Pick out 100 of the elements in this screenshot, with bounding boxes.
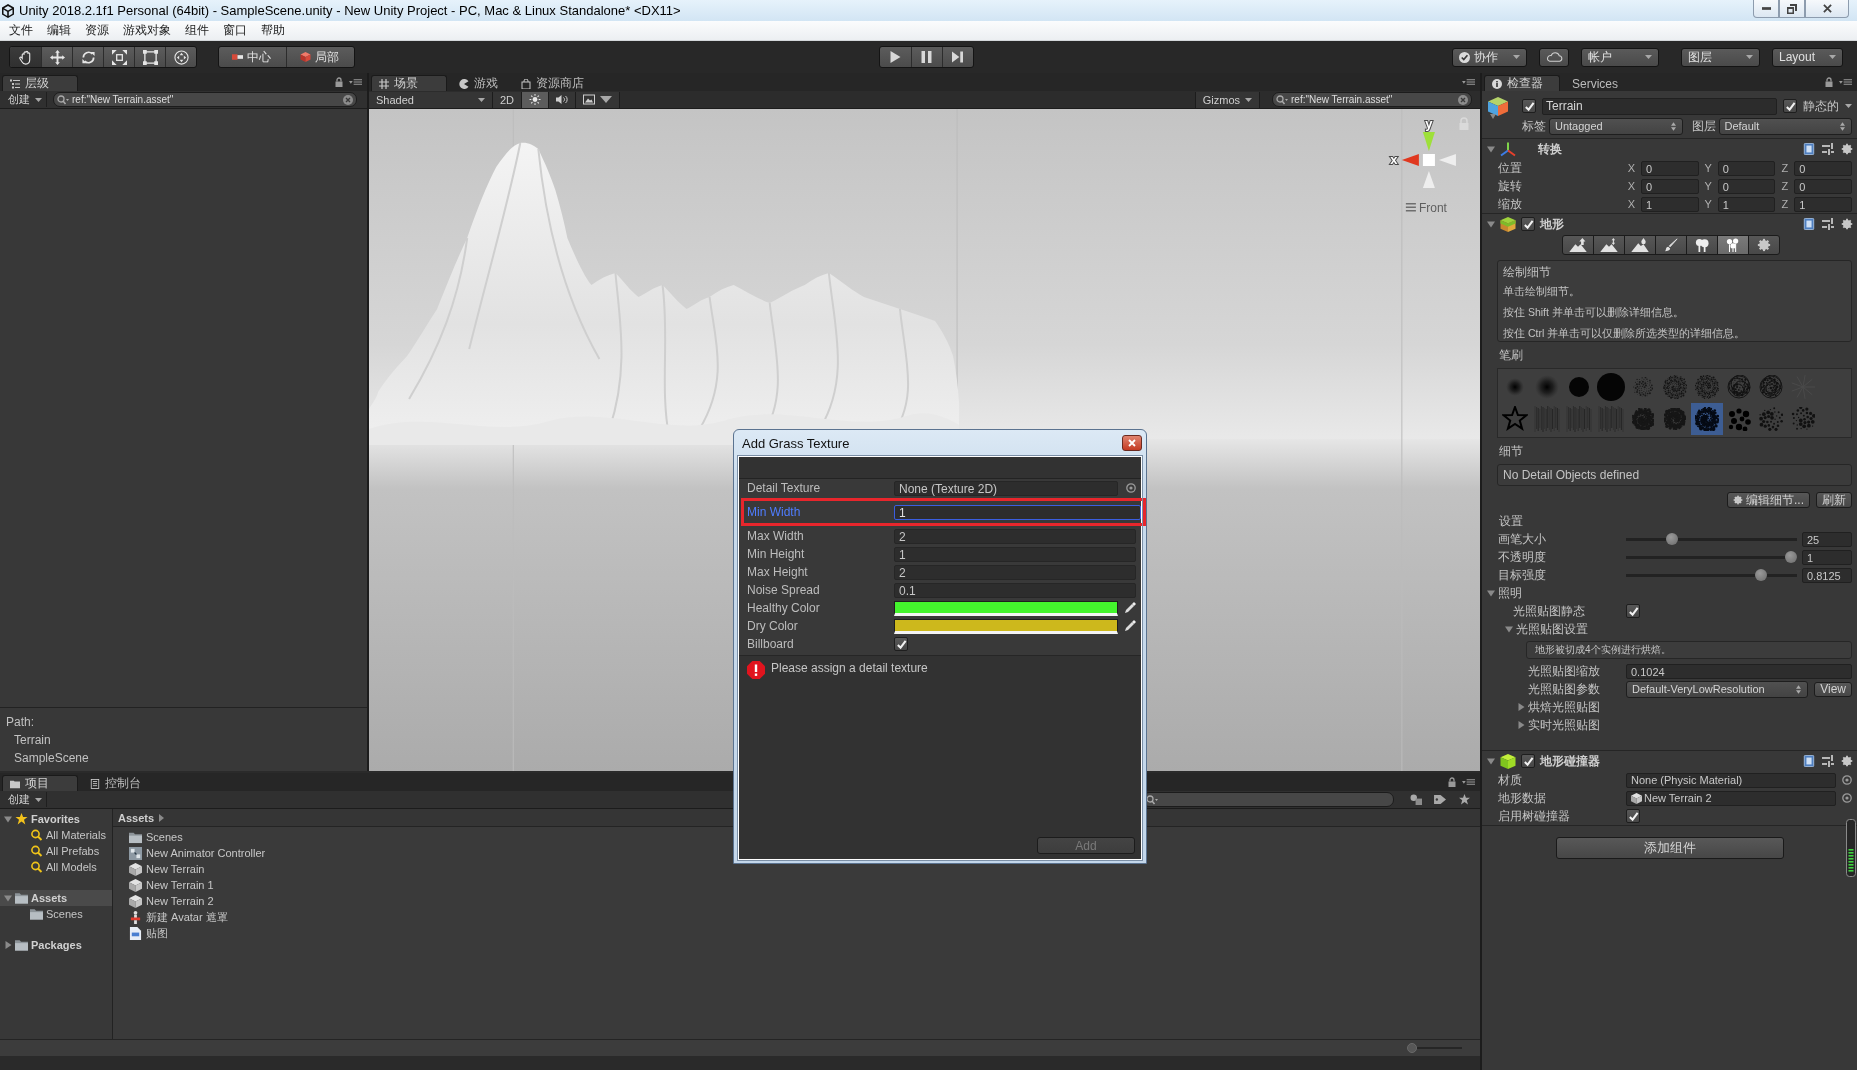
panel-menu-icon[interactable] — [349, 78, 362, 86]
asset-item[interactable]: 贴图 — [113, 925, 174, 941]
layout-dropdown[interactable]: Layout — [1772, 47, 1843, 67]
panel-tab[interactable]: 检查器 — [1484, 75, 1560, 91]
book-icon[interactable] — [1803, 143, 1815, 155]
sliders-icon[interactable] — [1822, 755, 1834, 767]
lighting-toggle[interactable] — [522, 91, 550, 108]
add-component-button[interactable]: 添加组件 — [1555, 837, 1784, 859]
restore-button[interactable] — [1779, 0, 1805, 18]
foldout-triangle-icon[interactable] — [1487, 220, 1495, 228]
name-field[interactable]: Terrain — [1542, 97, 1777, 115]
tree-item[interactable]: All Prefabs — [0, 843, 112, 859]
number-field[interactable]: 0 — [1794, 160, 1852, 176]
gear-icon[interactable] — [1841, 218, 1853, 230]
panel-menu-icon[interactable] — [1839, 78, 1852, 86]
shapes-icon[interactable] — [1410, 794, 1423, 805]
number-field[interactable]: 2 — [894, 564, 1136, 580]
view-label[interactable]: Front — [1418, 201, 1447, 215]
close-button[interactable] — [1805, 0, 1849, 18]
layer-dropdown[interactable]: Default — [1718, 117, 1852, 135]
brush-option[interactable] — [1691, 403, 1723, 435]
panel-menu-icon[interactable] — [1462, 78, 1475, 86]
object-field[interactable]: New Terrain 2 — [1626, 790, 1836, 806]
gear-icon[interactable] — [1733, 495, 1743, 505]
toggle-button[interactable]: 局部 — [286, 47, 354, 67]
menu-item[interactable]: 文件 — [2, 22, 40, 39]
panel-tab[interactable]: 场景 — [371, 75, 447, 91]
asset-item[interactable]: New Animator Controller — [113, 845, 272, 861]
foldout-triangle-icon[interactable] — [1487, 589, 1495, 597]
panel-tab[interactable]: 项目 — [2, 775, 78, 791]
number-field[interactable]: 0 — [1641, 160, 1699, 176]
eyedropper-icon[interactable] — [1124, 620, 1136, 632]
foldout-triangle-icon[interactable] — [1517, 703, 1525, 711]
layers-dropdown[interactable]: 图层 — [1681, 47, 1760, 67]
tree-item[interactable]: Assets — [0, 890, 112, 906]
lock-icon[interactable] — [335, 77, 343, 87]
cloud-button[interactable] — [1539, 47, 1569, 67]
slider-thumb[interactable] — [1755, 569, 1768, 581]
shading-dropdown[interactable]: Shaded — [369, 91, 493, 108]
foldout-triangle-icon[interactable] — [1505, 625, 1513, 633]
refresh-button[interactable]: 刷新 — [1816, 492, 1852, 508]
collab-dropdown[interactable]: 协作 — [1452, 47, 1527, 67]
panel-tab[interactable]: 层级 — [2, 75, 78, 91]
sliders-icon[interactable] — [1822, 218, 1834, 230]
gear-icon[interactable] — [1841, 143, 1853, 155]
asset-item[interactable]: Scenes — [113, 829, 189, 845]
panel-tab[interactable]: Services — [1564, 75, 1629, 91]
eyedropper-icon[interactable] — [1124, 602, 1136, 614]
search-field[interactable]: ref:"New Terrain.asset" — [53, 92, 357, 107]
number-field[interactable]: 0.1 — [894, 582, 1136, 598]
checkbox[interactable] — [1521, 754, 1535, 768]
gizmos-dropdown[interactable]: Gizmos — [1194, 91, 1260, 108]
terrain-tool-button[interactable] — [1562, 235, 1594, 255]
panel-tab[interactable]: 游戏 — [451, 75, 509, 91]
book-icon[interactable] — [1803, 218, 1815, 230]
terrain-tool-button[interactable] — [1655, 235, 1687, 255]
tag-icon[interactable] — [1434, 794, 1447, 805]
foldout-label[interactable]: 烘焙光照贴图 — [1528, 698, 1600, 716]
checkbox[interactable] — [1522, 99, 1536, 113]
gear-icon[interactable] — [1841, 755, 1853, 767]
2d-toggle[interactable]: 2D — [493, 91, 523, 108]
clear-icon[interactable] — [1458, 94, 1468, 105]
number-field[interactable]: 0.8125 — [1802, 567, 1852, 583]
clear-icon[interactable] — [343, 94, 353, 105]
number-field[interactable]: 0 — [1794, 178, 1852, 194]
toggle-button[interactable]: 中心 — [219, 47, 286, 67]
asset-item[interactable]: 新建 Avatar 遮罩 — [113, 909, 234, 925]
foldout-triangle-icon[interactable] — [1487, 757, 1495, 765]
checkbox[interactable] — [1783, 99, 1797, 113]
slider-thumb[interactable] — [1785, 551, 1797, 563]
tree-item[interactable]: Scenes — [0, 906, 112, 922]
object-field[interactable]: None (Physic Material) — [1626, 772, 1836, 788]
terrain-tool-button[interactable] — [1748, 235, 1780, 255]
panel-tab[interactable]: 控制台 — [82, 775, 152, 791]
effects-dropdown[interactable] — [576, 91, 621, 108]
number-field[interactable]: 0.1024 — [1626, 663, 1852, 679]
foldout-triangle-icon[interactable] — [4, 941, 12, 949]
gear-icon[interactable] — [1757, 238, 1771, 252]
number-field[interactable]: 1 — [1717, 196, 1776, 212]
foldout-triangle-icon[interactable] — [4, 815, 12, 823]
menu-item[interactable]: 窗口 — [216, 22, 254, 39]
tree-item[interactable]: Favorites — [0, 811, 112, 827]
view-button[interactable]: View — [1814, 681, 1852, 697]
close-button[interactable] — [1122, 435, 1142, 451]
search-field[interactable]: ref:"New Terrain.asset" — [1272, 92, 1472, 107]
breadcrumb[interactable]: Assets — [118, 811, 155, 824]
menu-item[interactable]: 组件 — [178, 22, 216, 39]
color-field[interactable] — [894, 600, 1118, 616]
menu-item[interactable]: 游戏对象 — [116, 22, 178, 39]
tree-item[interactable]: Packages — [0, 937, 112, 953]
tag-dropdown[interactable]: Untagged — [1549, 117, 1683, 135]
number-field[interactable]: 25 — [1802, 531, 1852, 547]
checkbox[interactable] — [1626, 809, 1640, 823]
terrain-tool-button[interactable] — [1686, 235, 1718, 255]
tree-item[interactable]: All Models — [0, 859, 112, 875]
account-dropdown[interactable]: 帐户 — [1581, 47, 1659, 67]
menu-icon[interactable] — [1405, 203, 1416, 212]
checkbox[interactable] — [894, 637, 908, 651]
number-field[interactable]: 0 — [1641, 178, 1699, 194]
color-field[interactable] — [894, 618, 1118, 634]
